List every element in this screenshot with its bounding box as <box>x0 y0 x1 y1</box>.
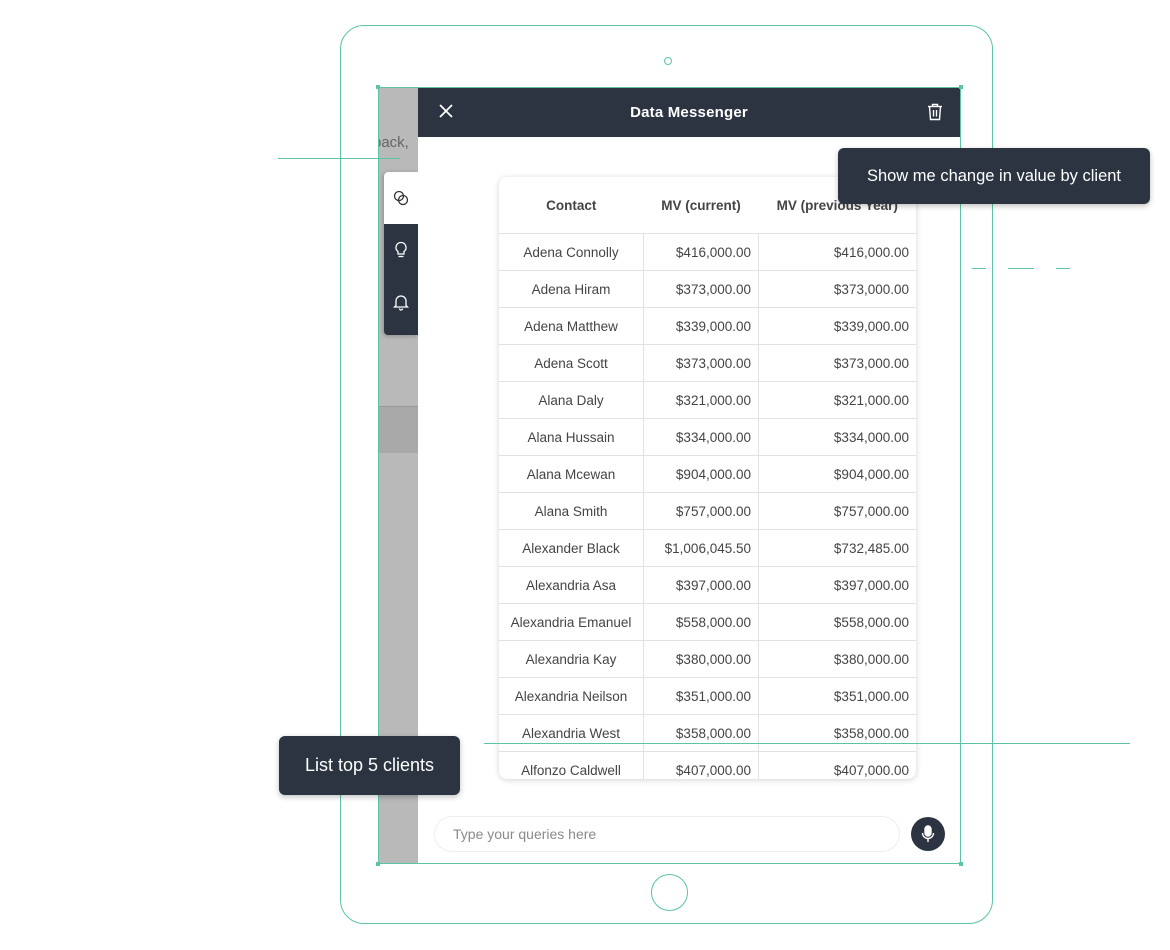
cell-mv-previous: $351,000.00 <box>758 677 916 715</box>
tab-notifications[interactable] <box>384 276 418 328</box>
query-input-row <box>434 816 945 852</box>
messenger-title: Data Messenger <box>630 104 748 121</box>
cell-mv-current: $397,000.00 <box>643 566 759 604</box>
cell-mv-current: $416,000.00 <box>643 233 759 271</box>
table-body: Adena Connolly $416,000.00 $416,000.00 Aden… <box>499 233 916 779</box>
cell-mv-previous: $904,000.00 <box>758 455 916 493</box>
cell-mv-previous: $397,000.00 <box>758 566 916 604</box>
table-row: Alexandria Asa $397,000.00 $397,000.00 <box>499 566 916 604</box>
microphone-icon <box>921 825 935 842</box>
screen-corner-marker <box>959 85 963 89</box>
cell-mv-current: $407,000.00 <box>643 751 759 779</box>
cell-mv-current: $1,006,045.50 <box>643 529 759 567</box>
trash-icon[interactable] <box>926 102 944 122</box>
table-row: Alexandria Neilson $351,000.00 $351,000.00 <box>499 677 916 715</box>
cell-mv-previous: $732,485.00 <box>758 529 916 567</box>
background-app-text: back, <box>379 134 409 151</box>
cell-mv-previous: $373,000.00 <box>758 344 916 382</box>
cell-mv-previous: $558,000.00 <box>758 603 916 641</box>
table-row: Adena Hiram $373,000.00 $373,000.00 <box>499 270 916 308</box>
decorative-line <box>278 158 400 159</box>
query-input[interactable] <box>434 816 900 852</box>
cell-contact: Alana Daly <box>499 381 644 419</box>
cell-contact: Alana Smith <box>499 492 644 530</box>
table-row: Alfonzo Caldwell $407,000.00 $407,000.00 <box>499 751 916 779</box>
cell-mv-current: $339,000.00 <box>643 307 759 345</box>
close-icon[interactable] <box>436 101 456 121</box>
cell-mv-current: $321,000.00 <box>643 381 759 419</box>
screen-corner-marker <box>959 862 963 866</box>
cell-mv-previous: $334,000.00 <box>758 418 916 456</box>
cell-mv-current: $334,000.00 <box>643 418 759 456</box>
cell-contact: Alana Hussain <box>499 418 644 456</box>
cell-contact: Alexandria Kay <box>499 640 644 678</box>
cell-mv-current: $373,000.00 <box>643 270 759 308</box>
screen-corner-marker <box>376 862 380 866</box>
cell-mv-previous: $416,000.00 <box>758 233 916 271</box>
decorative-line <box>972 268 986 269</box>
screen-corner-marker <box>376 85 380 89</box>
chat-bubbles-icon <box>393 190 409 206</box>
table-row: Adena Matthew $339,000.00 $339,000.00 <box>499 307 916 345</box>
cell-mv-current: $351,000.00 <box>643 677 759 715</box>
cell-mv-current: $358,000.00 <box>643 714 759 752</box>
bell-icon <box>393 295 409 311</box>
cell-contact: Alexandria Asa <box>499 566 644 604</box>
cell-contact: Alexandria Neilson <box>499 677 644 715</box>
query-callout-right: Show me change in value by client <box>838 148 1150 204</box>
table-row: Alana Mcewan $904,000.00 $904,000.00 <box>499 455 916 493</box>
cell-mv-previous: $358,000.00 <box>758 714 916 752</box>
background-app-band <box>379 406 418 453</box>
cell-contact: Adena Scott <box>499 344 644 382</box>
tablet-camera <box>664 57 672 65</box>
cell-mv-previous: $339,000.00 <box>758 307 916 345</box>
cell-mv-current: $757,000.00 <box>643 492 759 530</box>
side-tab-bar <box>384 172 418 335</box>
decorative-line <box>1056 268 1070 269</box>
cell-mv-previous: $407,000.00 <box>758 751 916 779</box>
table-row: Alexander Black $1,006,045.50 $732,485.00 <box>499 529 916 567</box>
cell-mv-current: $380,000.00 <box>643 640 759 678</box>
query-callout-left: List top 5 clients <box>279 736 460 795</box>
messenger-header: Data Messenger <box>418 88 960 137</box>
cell-mv-current: $558,000.00 <box>643 603 759 641</box>
response-table: Contact MV (current) MV (previous Year) … <box>499 177 916 779</box>
decorative-line <box>484 743 1130 744</box>
table-row: Alexandria Emanuel $558,000.00 $558,000.00 <box>499 603 916 641</box>
tablet-home-button[interactable] <box>651 874 688 911</box>
decorative-line <box>1008 268 1034 269</box>
cell-contact: Alexander Black <box>499 529 644 567</box>
column-header-contact[interactable]: Contact <box>499 177 644 234</box>
voice-input-button[interactable] <box>911 817 945 851</box>
table-row: Alexandria Kay $380,000.00 $380,000.00 <box>499 640 916 678</box>
table-row: Alana Daly $321,000.00 $321,000.00 <box>499 381 916 419</box>
lightbulb-icon <box>395 241 407 258</box>
response-table-card: Contact MV (current) MV (previous Year) … <box>499 177 916 779</box>
cell-mv-previous: $757,000.00 <box>758 492 916 530</box>
table-row: Alexandria West $358,000.00 $358,000.00 <box>499 714 916 752</box>
cell-mv-previous: $373,000.00 <box>758 270 916 308</box>
column-header-mv-current[interactable]: MV (current) <box>644 177 759 234</box>
cell-contact: Alana Mcewan <box>499 455 644 493</box>
cell-mv-current: $373,000.00 <box>643 344 759 382</box>
cell-mv-previous: $380,000.00 <box>758 640 916 678</box>
cell-contact: Alexandria Emanuel <box>499 603 644 641</box>
cell-mv-previous: $321,000.00 <box>758 381 916 419</box>
tab-explore-queries[interactable] <box>384 224 418 276</box>
cell-contact: Alexandria West <box>499 714 644 752</box>
cell-contact: Adena Connolly <box>499 233 644 271</box>
table-row: Alana Hussain $334,000.00 $334,000.00 <box>499 418 916 456</box>
cell-contact: Alfonzo Caldwell <box>499 751 644 779</box>
cell-mv-current: $904,000.00 <box>643 455 759 493</box>
tab-chat[interactable] <box>384 172 418 224</box>
table-row: Adena Scott $373,000.00 $373,000.00 <box>499 344 916 382</box>
table-row: Alana Smith $757,000.00 $757,000.00 <box>499 492 916 530</box>
data-messenger-panel: Data Messenger Contact MV (current) MV (… <box>418 88 960 863</box>
table-row: Adena Connolly $416,000.00 $416,000.00 <box>499 233 916 271</box>
cell-contact: Adena Matthew <box>499 307 644 345</box>
cell-contact: Adena Hiram <box>499 270 644 308</box>
